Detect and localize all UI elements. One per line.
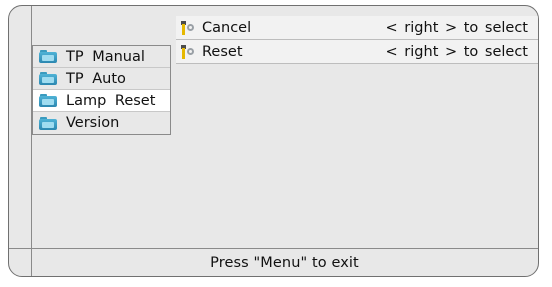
submenu-item-tp-auto[interactable]: TP Auto xyxy=(33,68,170,90)
lamp-icon xyxy=(181,20,197,35)
submenu-item-label: Lamp Reset xyxy=(66,92,156,109)
submenu-item-label: TP Auto xyxy=(66,70,126,87)
folder-icon xyxy=(39,50,57,63)
submenu-item-version[interactable]: Version xyxy=(33,112,170,134)
lamp-icon xyxy=(181,44,197,59)
submenu-item-label: TP Manual xyxy=(66,48,145,65)
option-hint: < right > to select xyxy=(385,43,528,60)
option-hint: < right > to select xyxy=(385,19,528,36)
osd-menu-panel: Cancel < right > to select Reset < right… xyxy=(8,5,539,277)
option-reset[interactable]: Reset < right > to select xyxy=(176,40,538,64)
submenu-item-label: Version xyxy=(66,115,120,131)
submenu-item-tp-manual[interactable]: TP Manual xyxy=(33,46,170,68)
submenu: TP Manual TP Auto Lamp Reset Version xyxy=(32,45,171,135)
footer-hint: Press "Menu" to exit xyxy=(210,254,359,271)
option-label: Cancel xyxy=(202,19,252,36)
folder-icon xyxy=(39,94,57,107)
option-label: Reset xyxy=(202,43,243,60)
option-cancel[interactable]: Cancel < right > to select xyxy=(176,16,538,40)
folder-icon xyxy=(39,116,57,130)
option-list: Cancel < right > to select Reset < right… xyxy=(176,16,538,64)
folder-icon xyxy=(39,72,57,85)
submenu-item-lamp-reset[interactable]: Lamp Reset xyxy=(33,90,170,112)
